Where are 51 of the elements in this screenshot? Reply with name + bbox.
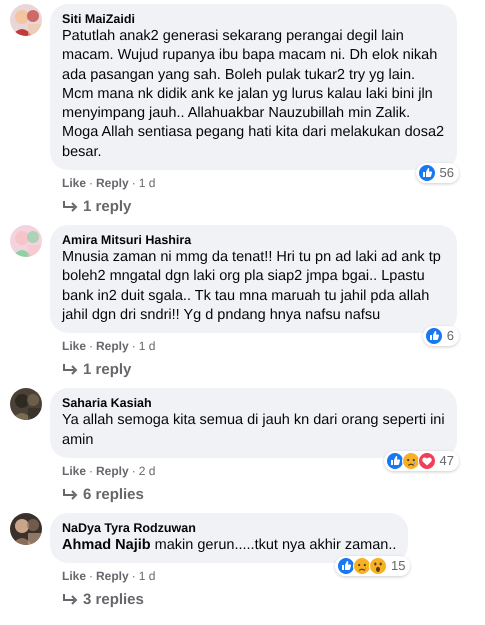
comment-text: Patutlah anak2 generasi sekarang perangai degil lain macam. Wujud rupanya ibu bapa macam ni. Dh elok nikah ada pasangan yang sah. Boleh pulak tukar2 try yg lain. Mcm mana nk didik ank ke jalan yg lurus kalau laki bini jln menyimpang jauh.. Allahuakbar Nauzubillah min Zalik. Moga Allah sentiasa pegang hati kita dari melakukan dosa2 besar.	[62, 27, 445, 162]
reactions-badge[interactable]: 56	[416, 163, 459, 184]
thumbs-up-icon	[418, 164, 436, 182]
comment-text: Ahmad Najib makin gerun.....tkut nya akhir zaman..	[62, 536, 396, 555]
comment-text: Ya allah semoga kita semua di jauh kn dari orang seperti ini amin	[62, 411, 445, 450]
like-link[interactable]: Like	[62, 464, 86, 478]
like-link[interactable]: Like	[62, 339, 86, 354]
reply-arrow-icon	[62, 594, 78, 606]
reaction-count: 56	[440, 164, 454, 182]
reply-link[interactable]: Reply	[96, 339, 129, 354]
timestamp[interactable]: 1 d	[138, 176, 156, 190]
author-name[interactable]: Amira Mitsuri Hashira	[62, 232, 445, 248]
reactions-badge[interactable]: 47	[384, 450, 459, 471]
thumbs-up-icon	[336, 557, 355, 576]
separator-dot: ·	[89, 569, 94, 584]
view-replies-button[interactable]: 1 reply	[50, 354, 132, 380]
separator-dot: ·	[132, 464, 136, 478]
view-replies-button[interactable]: 6 replies	[50, 478, 144, 505]
separator-dot: ·	[89, 464, 94, 478]
reaction-count: 47	[440, 452, 454, 470]
reply-arrow-icon	[62, 488, 78, 501]
separator-dot: ·	[89, 339, 94, 354]
reactions-badge[interactable]: 6	[422, 326, 459, 346]
reactions-badge[interactable]: 15	[334, 556, 410, 576]
like-link[interactable]: Like	[62, 176, 86, 190]
crying-face-icon	[352, 557, 371, 576]
separator-dot: ·	[89, 176, 94, 190]
comment-text: Mnusia zaman ni mmg da tenat!! Hri tu pn ad laki ad ank tp boleh2 mngatal dgn laki org pla siap2 jmpa bgai.. Lpastu bank in2 duit sgala.. Tk tau mna maruah tu jahil pda allah jahil dgn dri sndri!! Yg d pndang hnya nafsu nafsu	[62, 248, 442, 325]
reply-link[interactable]: Reply	[96, 176, 129, 190]
view-replies-button[interactable]: 1 reply	[50, 191, 132, 218]
author-name[interactable]: Siti MaiZaidi	[62, 11, 445, 27]
separator-dot: ·	[132, 569, 136, 584]
crying-face-icon	[402, 452, 420, 470]
timestamp[interactable]: 1 d	[138, 339, 156, 354]
reaction-count: 6	[446, 327, 454, 346]
thumbs-up-icon	[424, 327, 443, 346]
thumbs-up-icon	[386, 452, 404, 470]
like-link[interactable]: Like	[62, 569, 86, 584]
timestamp[interactable]: 1 d	[138, 569, 156, 584]
surprised-face-icon	[368, 557, 387, 576]
separator-dot: ·	[132, 176, 136, 190]
author-name[interactable]: NaDya Tyra Rodzuwan	[62, 520, 396, 536]
author-name[interactable]: Saharia Kasiah	[62, 395, 445, 412]
timestamp[interactable]: 2 d	[138, 464, 156, 478]
reaction-count: 15	[390, 557, 406, 576]
reply-arrow-icon	[62, 201, 78, 214]
view-replies-button[interactable]: 3 replies	[50, 584, 144, 610]
separator-dot: ·	[132, 339, 136, 354]
reply-arrow-icon	[62, 364, 78, 376]
reply-link[interactable]: Reply	[96, 464, 129, 478]
reply-link[interactable]: Reply	[96, 569, 129, 584]
